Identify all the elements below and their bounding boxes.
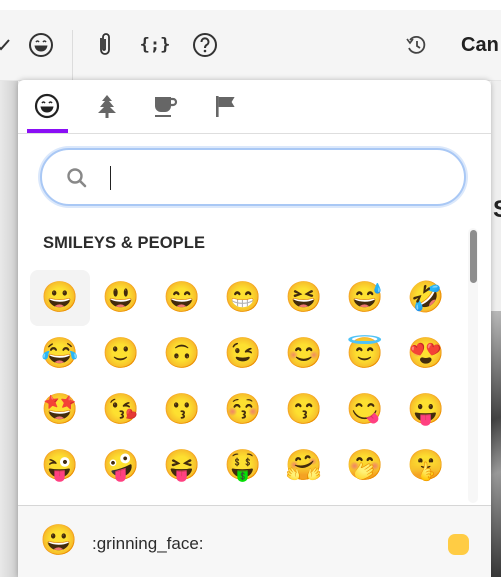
emoji-grinning-face-with-smiling-eyes[interactable]: 😄 (152, 270, 212, 326)
tab-flags[interactable] (211, 92, 239, 120)
flag-icon (216, 96, 235, 117)
composer-toolbar: {;} Can (0, 10, 501, 81)
emoji-hugging-face[interactable]: 🤗 (274, 438, 334, 494)
tab-food[interactable] (151, 92, 179, 120)
emoji-winking-face[interactable]: 😉 (213, 326, 273, 382)
scrollbar-thumb[interactable] (470, 230, 477, 283)
emoji-smiling-face-with-smiling-eyes[interactable]: 😊 (274, 326, 334, 382)
background-image (491, 311, 501, 577)
emoji-picker: SMILEYS & PEOPLE 😀 😃 😄 😁 😆 😅 🤣 😂 🙂 🙃 😉 😊 😇 😍 🤩 😘 😗 😚 😙 😋 😛 😜 🤪… (18, 80, 491, 577)
emoji-icon[interactable] (28, 32, 54, 58)
skin-tone-selector[interactable] (448, 534, 469, 555)
toolbar-divider (72, 30, 73, 80)
emoji-face-savoring-food[interactable]: 😋 (335, 382, 395, 438)
emoji-winking-face-with-tongue[interactable]: 😜 (30, 438, 90, 494)
emoji-squinting-face-with-tongue[interactable]: 😝 (152, 438, 212, 494)
tab-smileys[interactable] (33, 92, 61, 120)
emoji-grinning-squinting-face[interactable]: 😆 (274, 270, 334, 326)
emoji-smiling-face-with-heart-eyes[interactable]: 😍 (396, 326, 456, 382)
emoji-kissing-face[interactable]: 😗 (152, 382, 212, 438)
emoji-grinning-face[interactable]: 😀 (30, 270, 90, 326)
emoji-preview-footer: 😀 :grinning_face: (18, 505, 491, 577)
cup-icon (155, 97, 178, 117)
emoji-grinning-face-with-sweat[interactable]: 😅 (335, 270, 395, 326)
top-band (0, 0, 501, 10)
code-snippet-icon[interactable]: {;} (140, 32, 171, 58)
emoji-zany-face[interactable]: 🤪 (91, 438, 151, 494)
emoji-star-struck[interactable]: 🤩 (30, 382, 90, 438)
tree-icon (98, 95, 116, 118)
emoji-smiling-face-with-halo[interactable]: 😇 (335, 326, 395, 382)
section-title: SMILEYS & PEOPLE (43, 234, 206, 252)
smiley-icon (34, 93, 60, 119)
checkmark-icon[interactable] (0, 32, 16, 58)
search-input[interactable] (106, 160, 440, 196)
emoji-shushing-face[interactable]: 🤫 (396, 438, 456, 494)
cancel-button[interactable]: Can (461, 34, 499, 57)
emoji-rolling-on-the-floor-laughing[interactable]: 🤣 (396, 270, 456, 326)
preview-emoji-name: :grinning_face: (92, 534, 204, 553)
text-caret (110, 166, 111, 190)
background-panel-right: S (491, 81, 501, 577)
background-panel-left (0, 81, 18, 577)
help-icon[interactable] (192, 32, 218, 58)
tab-nature[interactable] (93, 92, 121, 120)
emoji-face-blowing-a-kiss[interactable]: 😘 (91, 382, 151, 438)
emoji-money-mouth-face[interactable]: 🤑 (213, 438, 273, 494)
active-tab-indicator (27, 129, 68, 133)
emoji-kissing-face-with-smiling-eyes[interactable]: 😙 (274, 382, 334, 438)
emoji-beaming-face-with-smiling-eyes[interactable]: 😁 (213, 270, 273, 326)
preview-emoji: 😀 (40, 524, 78, 557)
category-tabs (18, 80, 491, 134)
emoji-face-with-tears-of-joy[interactable]: 😂 (30, 326, 90, 382)
emoji-upside-down-face[interactable]: 🙃 (152, 326, 212, 382)
history-icon[interactable] (403, 32, 429, 58)
emoji-grinning-face-with-big-eyes[interactable]: 😃 (91, 270, 151, 326)
paperclip-icon[interactable] (92, 32, 118, 58)
emoji-slightly-smiling-face[interactable]: 🙂 (91, 326, 151, 382)
emoji-kissing-face-with-closed-eyes[interactable]: 😚 (213, 382, 273, 438)
emoji-face-with-hand-over-mouth[interactable]: 🤭 (335, 438, 395, 494)
background-heading: S (493, 196, 501, 224)
emoji-search[interactable] (40, 148, 466, 206)
search-icon (67, 168, 87, 188)
emoji-face-with-tongue[interactable]: 😛 (396, 382, 456, 438)
